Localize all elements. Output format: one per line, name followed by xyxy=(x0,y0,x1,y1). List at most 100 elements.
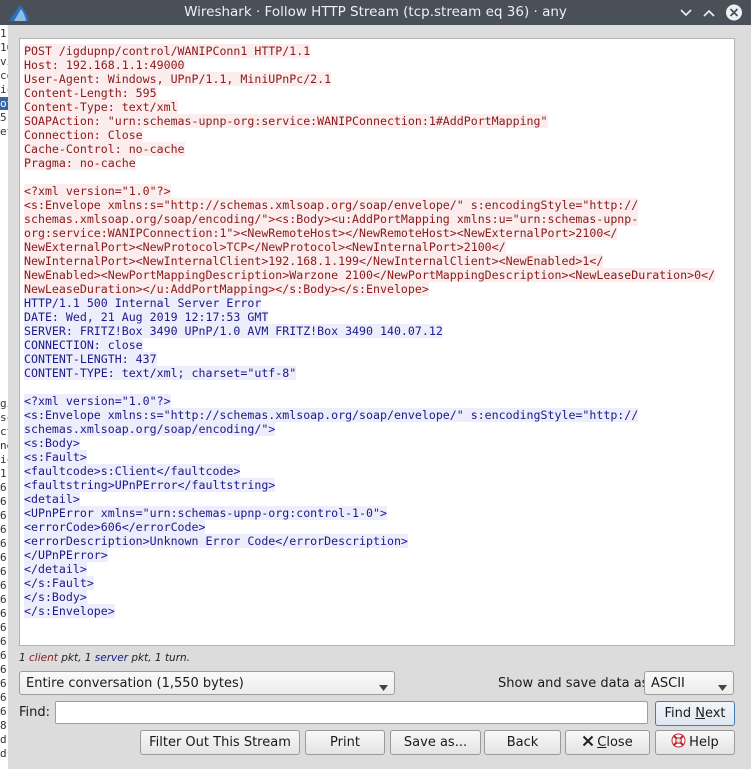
background-text-fragment: gi xyxy=(0,397,8,410)
client-stream-line: Host: 192.168.1.1:49000 xyxy=(24,58,185,72)
save-as-button[interactable]: Save as... xyxy=(390,730,481,755)
client-stream-line: Content-Type: text/xml xyxy=(24,100,178,114)
server-stream-line: </detail> xyxy=(24,562,87,576)
background-text-fragment: d xyxy=(0,747,7,760)
server-stream-line: CONTENT-LENGTH: 437 xyxy=(24,352,157,366)
filter-out-label: Filter Out This Stream xyxy=(149,735,291,750)
print-label: Print xyxy=(330,735,360,750)
background-text-fragment: 6 xyxy=(0,607,7,620)
client-stream-line: SOAPAction: "urn:schemas-upnp-org:servic… xyxy=(24,114,548,128)
find-next-button[interactable]: Find Next xyxy=(655,701,735,726)
background-text-fragment: 6 xyxy=(0,621,7,634)
find-input[interactable] xyxy=(55,701,648,724)
background-text-fragment: 6 xyxy=(0,509,7,522)
client-stream-line: NewEnabled><NewPortMappingDescription>Wa… xyxy=(24,268,716,282)
server-label: server xyxy=(94,652,129,664)
client-stream-line: Cache-Control: no-cache xyxy=(24,142,185,156)
server-stream-line: <s:Fault> xyxy=(24,450,87,464)
client-stream-line: NewLeaseDuration></u:AddPortMapping></s:… xyxy=(24,282,429,296)
server-stream-line: <?xml version="1.0"?> xyxy=(24,394,171,408)
background-text-fragment: 6 xyxy=(0,579,7,592)
background-text-fragment: 6 xyxy=(0,677,7,690)
client-stream-line: Pragma: no-cache xyxy=(24,156,136,170)
background-text-fragment: 1 xyxy=(0,467,7,480)
conversation-select[interactable]: Entire conversation (1,550 bytes) xyxy=(19,671,395,695)
background-text-fragment: 5 xyxy=(0,111,7,124)
minimize-icon[interactable] xyxy=(676,3,696,22)
data-format-value: ASCII xyxy=(651,675,685,691)
background-text-fragment: 6 xyxy=(0,537,7,550)
background-text-fragment: 6 xyxy=(0,523,7,536)
server-stream-line: <errorDescription>Unknown Error Code</er… xyxy=(24,534,408,548)
server-stream-line: <s:Body> xyxy=(24,436,80,450)
server-stream-line: </s:Fault> xyxy=(24,576,94,590)
back-button[interactable]: Back xyxy=(484,730,561,755)
client-stream-line: <s:Envelope xmlns:s="http://schemas.xmls… xyxy=(24,198,639,212)
close-button[interactable]: Close xyxy=(565,730,650,755)
server-stream-line: HTTP/1.1 500 Internal Server Error xyxy=(24,296,262,310)
background-text-fragment: 6 xyxy=(0,691,7,704)
background-text-fragment: 8 xyxy=(0,719,7,732)
help-lifebuoy-icon xyxy=(671,733,686,752)
help-button[interactable]: Help xyxy=(655,730,735,755)
server-stream-line: <faultstring>UPnPError</faultstring> xyxy=(24,478,276,492)
client-stream-line: NewInternalPort><NewInternalClient>192.1… xyxy=(24,254,604,268)
data-format-select[interactable]: ASCII xyxy=(644,671,734,695)
server-stream-line: SERVER: FRITZ!Box 3490 UPnP/1.0 AVM FRIT… xyxy=(24,324,443,338)
client-stream-line: Content-Length: 595 xyxy=(24,86,157,100)
client-stream-line xyxy=(24,170,730,184)
server-stream-line: <errorCode>606</errorCode> xyxy=(24,520,206,534)
background-text-fragment: sc xyxy=(0,411,8,424)
client-stream-line: User-Agent: Windows, UPnP/1.1, MiniUPnPc… xyxy=(24,72,332,86)
server-stream-line: <faultcode>s:Client</faultcode> xyxy=(24,464,241,478)
server-stream-line: <UPnPError xmlns="urn:schemas-upnp-org:c… xyxy=(24,506,387,520)
server-stream-line: CONTENT-TYPE: text/xml; charset="utf-8" xyxy=(24,366,297,380)
close-x-icon xyxy=(582,735,594,751)
background-text-fragment: 6 xyxy=(0,481,7,494)
chevron-down-icon xyxy=(379,680,388,695)
server-packet-count: 1 xyxy=(84,652,92,664)
help-label: Help xyxy=(689,735,719,750)
maximize-icon[interactable] xyxy=(699,3,719,22)
back-label: Back xyxy=(506,735,539,750)
window-title: Wireshark · Follow HTTP Stream (tcp.stre… xyxy=(184,4,567,20)
background-text-fragment: 16 xyxy=(0,41,8,54)
client-label: client xyxy=(29,652,58,664)
background-text-fragment: 6 xyxy=(0,551,7,564)
background-text-fragment: ot xyxy=(0,97,8,110)
client-stream-line: <?xml version="1.0"?> xyxy=(24,184,171,198)
background-text-fragment: ne xyxy=(0,439,8,452)
save-as-label: Save as... xyxy=(403,735,468,750)
client-packet-count: 1 xyxy=(19,652,26,664)
background-text-fragment: ic xyxy=(0,83,8,96)
stats-mid: pkt, xyxy=(57,652,85,664)
server-stream-line: DATE: Wed, 21 Aug 2019 12:17:53 GMT xyxy=(24,310,269,324)
print-button[interactable]: Print xyxy=(305,730,385,755)
client-stream-line: org:service:WANIPConnection:1"><NewRemot… xyxy=(24,226,618,240)
server-stream-line: schemas.xmlsoap.org/soap/encoding/"> xyxy=(24,422,276,436)
background-text-fragment: 6 xyxy=(0,635,7,648)
filter-out-stream-button[interactable]: Filter Out This Stream xyxy=(140,730,300,755)
client-stream-line: Connection: Close xyxy=(24,128,143,142)
client-stream-line: schemas.xmlsoap.org/soap/encoding/"><s:B… xyxy=(24,212,639,226)
chevron-down-icon xyxy=(718,680,727,695)
close-icon[interactable] xyxy=(724,3,744,22)
conversation-select-value: Entire conversation (1,550 bytes) xyxy=(26,675,244,691)
title-bar: Wireshark · Follow HTTP Stream (tcp.stre… xyxy=(0,0,751,25)
server-stream-line: CONNECTION: close xyxy=(24,338,143,352)
background-text-fragment: co xyxy=(0,69,8,82)
find-label: Find: xyxy=(19,705,51,720)
background-text-fragment: 6 xyxy=(0,663,7,676)
close-label: Close xyxy=(597,735,633,750)
stream-content-area[interactable]: POST /igdupnp/control/WANIPConn1 HTTP/1.… xyxy=(19,38,735,646)
server-stream-line: </s:Body> xyxy=(24,590,87,604)
background-text-fragment: vi xyxy=(0,55,8,68)
background-text-fragment: 6 xyxy=(0,649,7,662)
background-text-fragment: 6 xyxy=(0,705,7,718)
client-stream-line: NewExternalPort><NewProtocol>TCP</NewPro… xyxy=(24,240,506,254)
stream-stats: 1 client pkt, 1 server pkt, 1 turn. xyxy=(19,652,190,664)
follow-stream-dialog: POST /igdupnp/control/WANIPConn1 HTTP/1.… xyxy=(8,25,751,769)
background-text-fragment: ct xyxy=(0,425,8,438)
server-stream-line: </s:Envelope> xyxy=(24,604,115,618)
stats-end: pkt, 1 turn. xyxy=(128,652,191,664)
